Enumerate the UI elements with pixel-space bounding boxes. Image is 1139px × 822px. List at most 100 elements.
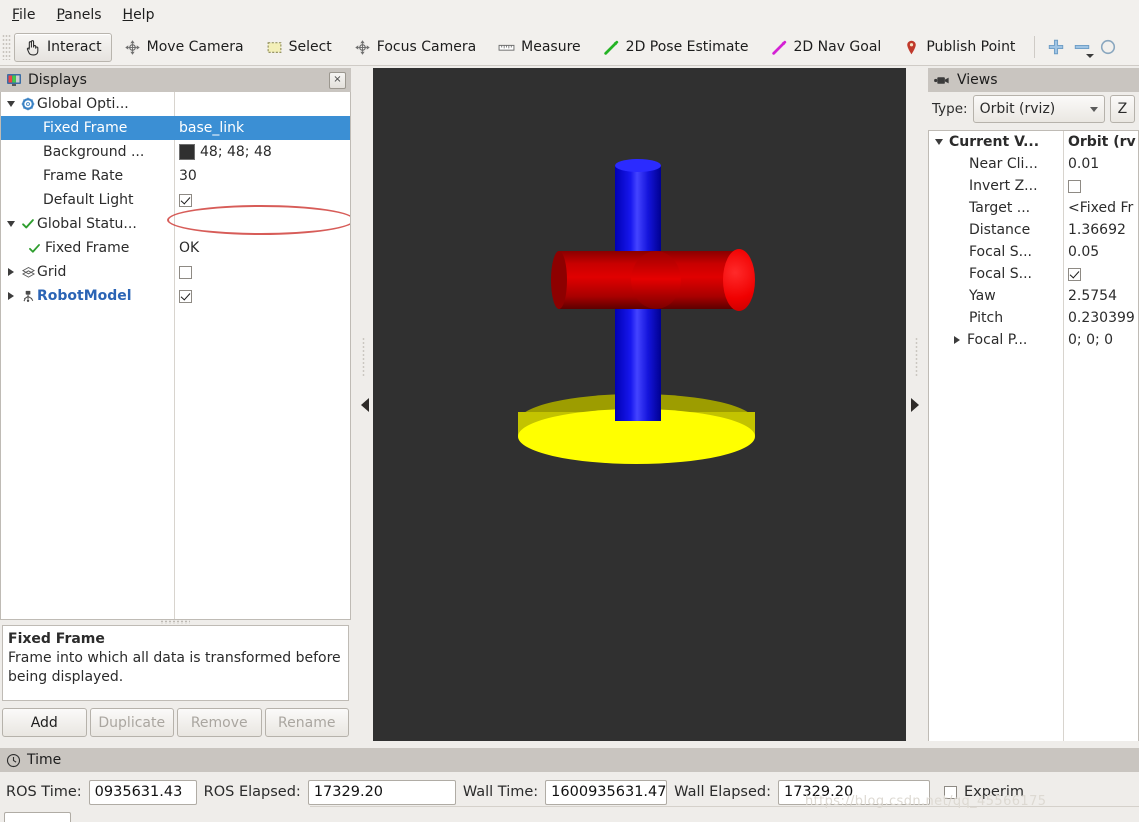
views-label: Yaw: [969, 288, 996, 304]
zoom-out-button[interactable]: [1069, 34, 1095, 60]
tree-value-frame-rate[interactable]: 30: [179, 168, 197, 184]
tree-value-default-light[interactable]: [179, 193, 192, 207]
check-icon: [19, 217, 37, 231]
checkbox-invert-z[interactable]: [1068, 179, 1081, 193]
toolbar-grip[interactable]: [2, 34, 11, 60]
checkbox-default-light[interactable]: [179, 193, 192, 207]
ros-elapsed-field[interactable]: 17329.20: [307, 779, 456, 805]
plus-icon: [1049, 39, 1064, 55]
tool-move-camera-label: Move Camera: [146, 39, 244, 55]
tree-row-robotmodel[interactable]: RobotModel: [1, 284, 350, 308]
collapse-left-icon[interactable]: [360, 397, 369, 412]
view-type-combobox[interactable]: Orbit (rviz): [972, 95, 1105, 123]
right-splitter[interactable]: [906, 68, 923, 741]
tool-2d-nav-goal[interactable]: 2D Nav Goal: [761, 33, 892, 62]
twisty-expanded[interactable]: [3, 221, 19, 227]
twisty-expanded[interactable]: [3, 101, 19, 107]
displays-splitter-handle[interactable]: [160, 620, 190, 624]
tree-row-background-color[interactable]: Background ... 48; 48; 48: [1, 140, 350, 164]
checkbox-robotmodel[interactable]: [179, 289, 192, 303]
add-button[interactable]: Add: [2, 708, 87, 737]
tree-row-status-fixed-frame[interactable]: Fixed Frame OK: [1, 236, 350, 260]
menu-panels[interactable]: Panels: [47, 4, 110, 26]
tool-measure[interactable]: Measure: [488, 33, 591, 62]
views-value[interactable]: 0; 0; 0: [1068, 332, 1113, 348]
wall-elapsed-label: Wall Elapsed:: [674, 784, 771, 800]
checkbox-experimental[interactable]: [943, 785, 957, 799]
views-row-yaw[interactable]: Yaw 2.5754: [929, 285, 1138, 307]
views-value[interactable]: [1068, 267, 1081, 281]
views-property-tree[interactable]: Current V... Orbit (rv Near Cli... 0.01 …: [928, 130, 1139, 741]
views-row-focal-shape-size[interactable]: Focal S... 0.05: [929, 241, 1138, 263]
views-value[interactable]: 0.01: [1068, 156, 1099, 172]
tree-row-frame-rate[interactable]: Frame Rate 30: [1, 164, 350, 188]
experimental-label: Experim: [963, 784, 1024, 800]
menu-file[interactable]: File: [3, 4, 44, 26]
wall-elapsed-field[interactable]: 17329.20: [777, 779, 930, 805]
wall-time-label: Wall Time:: [462, 784, 539, 800]
views-row-target-frame[interactable]: Target ... <Fixed Fr: [929, 197, 1138, 219]
tree-row-global-status[interactable]: Global Statu...: [1, 212, 350, 236]
collapse-right-icon[interactable]: [910, 397, 919, 412]
views-row-current-view[interactable]: Current V... Orbit (rv: [929, 131, 1138, 153]
left-splitter[interactable]: [356, 68, 373, 741]
tool-focus-camera-label: Focus Camera: [376, 39, 477, 55]
tree-row-global-options[interactable]: Global Opti...: [1, 92, 350, 116]
displays-close-button[interactable]: ×: [329, 71, 346, 89]
checkbox-grid[interactable]: [179, 265, 192, 279]
ros-time-value: 0935631.43: [94, 784, 183, 800]
color-text: 48; 48; 48: [200, 144, 272, 160]
views-value[interactable]: 0.05: [1068, 244, 1099, 260]
bottom-partial-field[interactable]: [4, 812, 71, 822]
views-row-distance[interactable]: Distance 1.36692: [929, 219, 1138, 241]
display-description-box: Fixed Frame Frame into which all data is…: [2, 625, 349, 701]
views-row-pitch[interactable]: Pitch 0.230399: [929, 307, 1138, 329]
tool-focus-camera[interactable]: Focus Camera: [344, 33, 486, 62]
chevron-down-icon[interactable]: [1086, 54, 1095, 58]
views-row-near-clip[interactable]: Near Cli... 0.01: [929, 153, 1138, 175]
tool-select[interactable]: Select: [256, 33, 342, 62]
tool-2d-pose-estimate[interactable]: 2D Pose Estimate: [593, 33, 759, 62]
ros-time-label: ROS Time:: [6, 784, 82, 800]
tree-value-status: OK: [179, 240, 200, 256]
twisty-collapsed[interactable]: [949, 336, 965, 344]
camera-icon: [934, 76, 949, 84]
displays-tree[interactable]: Global Opti... Fixed Frame base_link Bac…: [0, 92, 351, 620]
tree-row-fixed-frame[interactable]: Fixed Frame base_link: [1, 116, 350, 140]
tree-value-fixed-frame[interactable]: base_link: [179, 120, 244, 136]
circle-icon: [1101, 39, 1116, 55]
tree-label: RobotModel: [37, 288, 132, 304]
tree-value-background-color[interactable]: 48; 48; 48: [179, 144, 272, 160]
views-row-invert-z[interactable]: Invert Z...: [929, 175, 1138, 197]
views-value[interactable]: 2.5754: [1068, 288, 1117, 304]
main-toolbar: Interact Move Camera Select Focus Camera: [0, 29, 1139, 66]
tool-move-camera[interactable]: Move Camera: [114, 33, 254, 62]
views-value[interactable]: 1.36692: [1068, 222, 1126, 238]
tree-value-grid[interactable]: [179, 265, 192, 279]
views-value[interactable]: <Fixed Fr: [1068, 200, 1133, 216]
ros-time-field[interactable]: 0935631.43: [88, 779, 197, 805]
tool-publish-point[interactable]: Publish Point: [893, 33, 1025, 62]
views-label: Distance: [969, 222, 1031, 238]
tree-value-robotmodel[interactable]: [179, 289, 192, 303]
wall-time-field[interactable]: 1600935631.47: [545, 779, 668, 805]
menu-help[interactable]: Help: [114, 4, 164, 26]
checkbox-focal-shape-fixed-size[interactable]: [1068, 267, 1081, 281]
zero-button[interactable]: Z: [1109, 95, 1136, 123]
zoom-in-button[interactable]: [1043, 34, 1069, 60]
description-text: Frame into which all data is transformed…: [8, 650, 341, 685]
twisty-expanded[interactable]: [931, 139, 947, 145]
views-value[interactable]: 0.230399: [1068, 310, 1135, 326]
views-row-focal-point[interactable]: Focal P... 0; 0; 0: [929, 329, 1138, 351]
render-viewport-3d[interactable]: [373, 68, 906, 741]
tree-row-grid[interactable]: Grid: [1, 260, 350, 284]
views-row-focal-shape-fixed-size[interactable]: Focal S...: [929, 263, 1138, 285]
tool-interact[interactable]: Interact: [14, 32, 112, 62]
tree-label: Default Light: [43, 192, 134, 208]
twisty-collapsed[interactable]: [3, 292, 19, 300]
tree-row-default-light[interactable]: Default Light: [1, 188, 350, 212]
views-value[interactable]: [1068, 179, 1081, 193]
toolbar-overflow-button[interactable]: [1095, 34, 1121, 60]
robot-red-arm-left-cap: [551, 251, 567, 309]
twisty-collapsed[interactable]: [3, 268, 19, 276]
